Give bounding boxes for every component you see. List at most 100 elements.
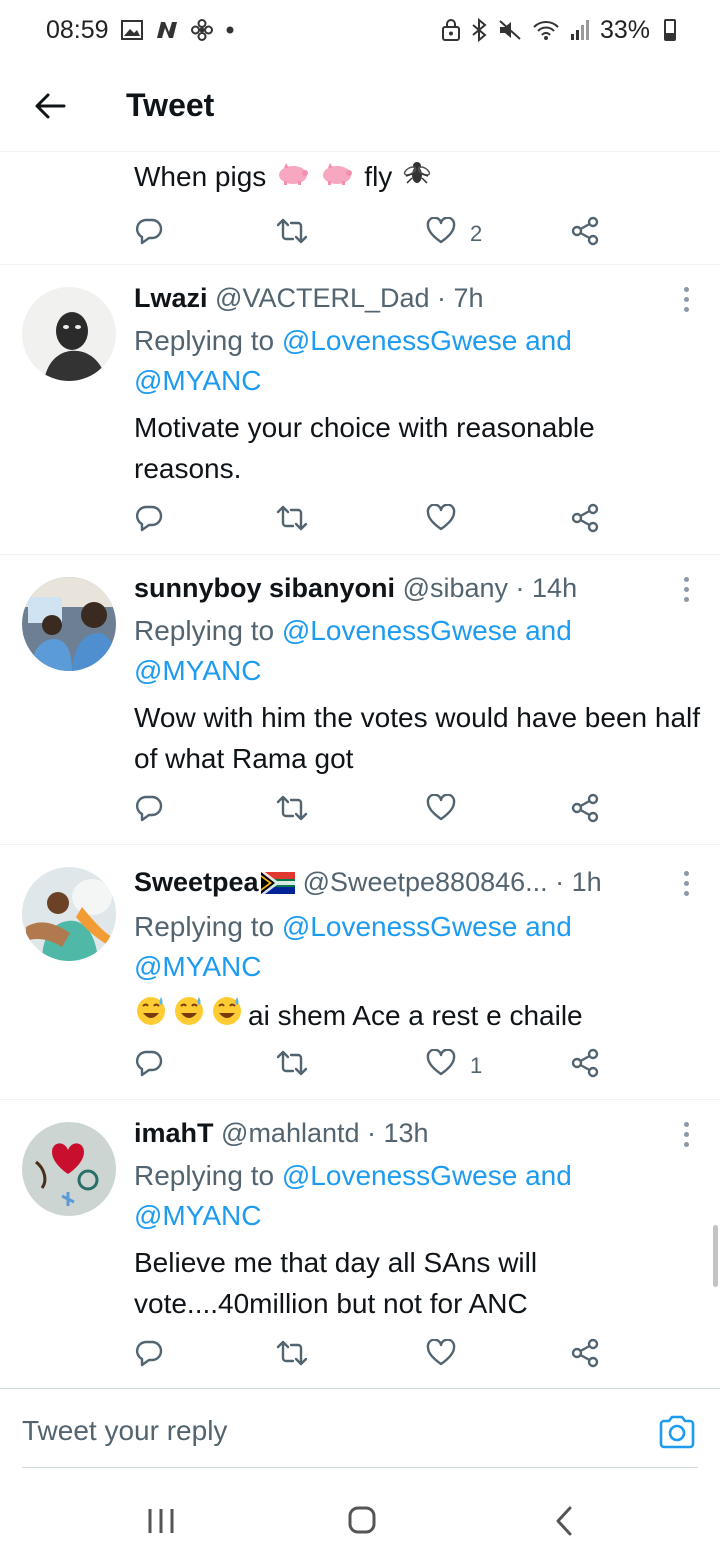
timestamp: · 13h <box>367 1118 429 1148</box>
display-name[interactable]: sunnyboy sibanyoni <box>134 573 395 603</box>
reply-button[interactable] <box>134 1046 164 1086</box>
reply-composer: Tweet your reply <box>0 1388 720 1468</box>
mute-icon <box>498 19 522 41</box>
scrollbar[interactable] <box>713 1225 718 1287</box>
handle[interactable]: @mahlantd <box>221 1118 359 1148</box>
reply-icon <box>134 1338 164 1374</box>
avatar[interactable] <box>22 577 116 671</box>
like-count: 2 <box>470 221 483 246</box>
status-time: 08:59 <box>46 15 109 44</box>
timestamp: · 14h <box>515 573 578 603</box>
share-icon <box>570 1048 600 1084</box>
retweet-icon <box>276 216 308 252</box>
n-icon <box>155 20 179 40</box>
heart-icon <box>426 216 456 251</box>
avatar[interactable] <box>22 287 116 381</box>
replying-prefix: Replying to <box>134 615 275 646</box>
tweet-header: sunnyboy sibanyoni @sibany · 14h <box>134 573 577 604</box>
page-title: Tweet <box>126 87 215 123</box>
display-name[interactable]: imahT <box>134 1118 214 1148</box>
share-button[interactable] <box>570 1336 600 1376</box>
tweet-text-after: fly <box>364 160 393 192</box>
more-options-icon[interactable] <box>684 577 690 602</box>
tweet-item[interactable]: Sweetpea @Sweetpe880846... · 1h Replying … <box>0 845 720 1100</box>
wifi-icon <box>532 19 560 41</box>
reply-button[interactable] <box>134 1336 164 1376</box>
display-name[interactable]: Sweetpea <box>134 867 259 897</box>
nav-back-icon[interactable] <box>555 1506 573 1541</box>
more-options-icon[interactable] <box>684 871 690 896</box>
tweet-header: Lwazi @VACTERL_Dad · 7h <box>134 283 484 314</box>
like-button[interactable]: 2 <box>426 214 482 254</box>
like-count: 1 <box>470 1053 483 1078</box>
retweet-button[interactable] <box>276 1046 308 1086</box>
system-nav-bar <box>0 1468 720 1560</box>
more-options-icon[interactable] <box>684 287 690 312</box>
heart-icon <box>426 1338 456 1373</box>
like-button[interactable] <box>426 1336 470 1376</box>
tweet-actions <box>134 501 614 541</box>
retweet-button[interactable] <box>276 1336 308 1376</box>
reply-input[interactable]: Tweet your reply <box>22 1415 227 1447</box>
timestamp: · 7h <box>437 283 484 313</box>
retweet-button[interactable] <box>276 791 308 831</box>
share-button[interactable] <box>570 1046 600 1086</box>
tweet-item[interactable]: sunnyboy sibanyoni @sibany · 14h Replyin… <box>0 555 720 845</box>
tweet-item[interactable]: Lwazi @VACTERL_Dad · 7h Replying to @Lov… <box>0 265 720 555</box>
fan-icon <box>190 19 213 41</box>
bluetooth-icon <box>470 18 488 42</box>
partial-tweet[interactable]: When pigs fly 2 <box>0 152 720 265</box>
south-africa-flag-icon <box>260 870 295 901</box>
status-bar: 08:59 33% <box>0 0 720 60</box>
more-options-icon[interactable] <box>684 1122 690 1147</box>
display-name[interactable]: Lwazi <box>134 283 208 313</box>
tweet-text: Believe me that day all SAns will vote..… <box>134 1247 538 1319</box>
retweet-icon <box>276 1338 308 1374</box>
recent-apps-icon[interactable] <box>147 1508 175 1539</box>
share-button[interactable] <box>570 791 600 831</box>
tweet-text-before: When pigs <box>134 160 267 192</box>
share-button[interactable] <box>570 214 600 254</box>
like-button[interactable] <box>426 501 470 541</box>
share-icon <box>570 503 600 539</box>
replying-to: Replying to @LovenessGwese and @MYANC <box>134 1156 694 1236</box>
tweet-text: When pigs fly <box>134 158 432 195</box>
pig-icon <box>276 161 310 193</box>
back-arrow-icon[interactable] <box>0 60 100 152</box>
tweet-text-content: ai shem Ace a rest e chaile <box>248 1000 583 1031</box>
replying-prefix: Replying to <box>134 1160 275 1191</box>
reply-icon <box>134 503 164 539</box>
heart-icon <box>426 793 456 828</box>
tweet-text: ai shem Ace a rest e chaile <box>134 993 704 1038</box>
tweet-actions: 2 <box>134 214 614 254</box>
handle[interactable]: @VACTERL_Dad <box>215 283 429 313</box>
heart-icon <box>426 1048 456 1083</box>
tweet-item[interactable]: imahT @mahlantd · 13h Replying to @Loven… <box>0 1100 720 1388</box>
reply-button[interactable] <box>134 501 164 541</box>
tweet-text: Motivate your choice with reasonable rea… <box>134 412 595 484</box>
tweet-actions <box>134 791 614 831</box>
replying-to: Replying to @LovenessGwese and @MYANC <box>134 611 694 691</box>
replying-to: Replying to @LovenessGwese and @MYANC <box>134 907 694 987</box>
sweat-smile-emoji-icon <box>210 993 244 1038</box>
share-icon <box>570 216 600 252</box>
sweat-smile-emoji-icon <box>172 993 206 1038</box>
like-button[interactable]: 1 <box>426 1046 482 1086</box>
reply-button[interactable] <box>134 214 164 254</box>
avatar[interactable] <box>22 1122 116 1216</box>
retweet-icon <box>276 1048 308 1084</box>
fly-icon <box>402 158 432 195</box>
handle[interactable]: @Sweetpe880846... <box>303 867 548 897</box>
signal-icon <box>570 19 590 41</box>
avatar[interactable] <box>22 867 116 961</box>
retweet-button[interactable] <box>276 501 308 541</box>
share-button[interactable] <box>570 501 600 541</box>
header: Tweet <box>0 60 720 152</box>
handle[interactable]: @sibany <box>403 573 508 603</box>
like-button[interactable] <box>426 791 470 831</box>
retweet-button[interactable] <box>276 214 308 254</box>
reply-button[interactable] <box>134 791 164 831</box>
camera-icon[interactable] <box>658 1415 696 1454</box>
share-icon <box>570 1338 600 1374</box>
home-icon[interactable] <box>348 1506 376 1539</box>
